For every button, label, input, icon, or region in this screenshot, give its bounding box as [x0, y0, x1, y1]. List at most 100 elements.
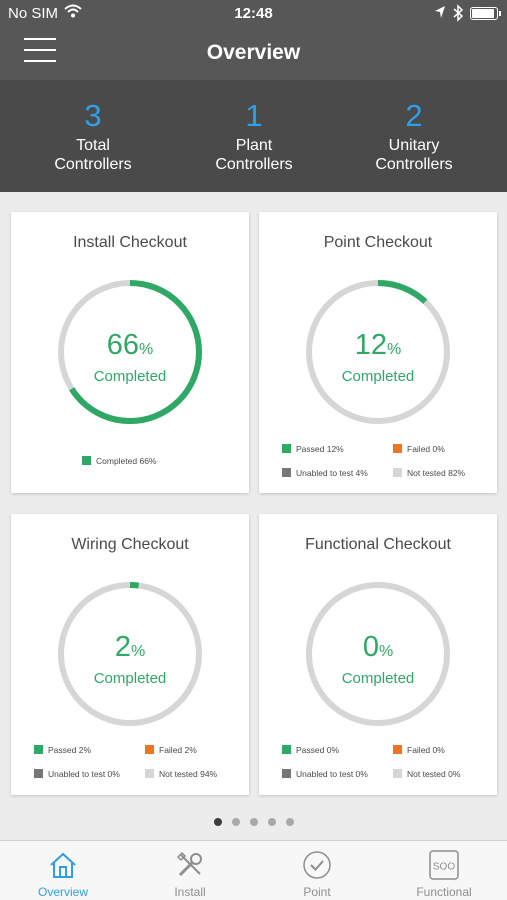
legend-label: Passed 2%: [48, 745, 91, 755]
summary-total-controllers[interactable]: 3 Total Controllers: [13, 98, 173, 174]
legend-swatch: [393, 468, 402, 477]
summary-label-line1: Unitary: [388, 137, 440, 154]
soo-icon-text: SOO: [433, 862, 455, 873]
legend-swatch: [282, 769, 291, 778]
tools-icon: [176, 851, 202, 877]
legend-label: Not tested 0%: [407, 769, 461, 779]
battery-icon: [470, 7, 501, 20]
legend-label: Unabled to test 0%: [296, 769, 368, 779]
summary-label-line2: Controllers: [375, 156, 453, 173]
legend-label: Failed 0%: [407, 444, 445, 454]
completed-label: Completed: [341, 670, 415, 687]
summary-unitary-controllers[interactable]: 2 Unitary Controllers: [334, 98, 494, 174]
wiring-checkout-card[interactable]: Wiring Checkout 2% Completed Passed 2% F…: [11, 514, 249, 795]
legend-swatch: [34, 769, 43, 778]
hamburger-line: [24, 38, 56, 40]
completed-label: Completed: [341, 368, 415, 385]
clock: 12:48: [234, 5, 273, 22]
page-indicator: [0, 813, 507, 826]
legend-item: Not tested 82%: [393, 468, 465, 478]
summary-count: 1: [245, 98, 263, 133]
progress-readout: 12% Completed: [306, 280, 450, 424]
tab-install[interactable]: Install: [127, 841, 253, 900]
percent-value: 12: [354, 329, 388, 361]
legend-swatch: [145, 769, 154, 778]
legend-item: Passed 2%: [34, 745, 91, 755]
legend-label: Failed 2%: [159, 745, 197, 755]
install-checkout-card[interactable]: Install Checkout 66% Completed Completed…: [11, 212, 249, 493]
legend-swatch: [282, 468, 291, 477]
page-dot[interactable]: [213, 818, 222, 826]
functional-checkout-card[interactable]: Functional Checkout 0% Completed Passed …: [259, 514, 497, 795]
legend-label: Passed 12%: [296, 444, 344, 454]
home-icon: [50, 852, 76, 878]
legend-label: Not tested 94%: [159, 769, 218, 779]
legend-swatch: [393, 769, 402, 778]
percent-value: 2: [114, 631, 131, 663]
navigation-bar: Overview: [0, 28, 507, 80]
legend-item: Not tested 0%: [393, 769, 460, 779]
completed-label: Completed: [93, 670, 167, 687]
legend-label: Unabled to test 0%: [48, 769, 120, 779]
legend-swatch: [34, 745, 43, 754]
tab-bar: Overview Install Point SOO Functional: [0, 840, 507, 900]
tab-functional[interactable]: SOO Functional: [381, 841, 507, 900]
legend-swatch: [393, 444, 402, 453]
legend-swatch: [282, 444, 291, 453]
page-title: Overview: [206, 41, 301, 64]
page-dot[interactable]: [285, 818, 294, 826]
percent-value: 0: [362, 631, 379, 663]
legend-label: Completed 66%: [96, 456, 157, 466]
legend-label: Not tested 82%: [407, 468, 466, 478]
soo-icon: SOO: [429, 850, 459, 880]
summary-label-line2: Controllers: [215, 156, 293, 173]
summary-plant-controllers[interactable]: 1 Plant Controllers: [174, 98, 334, 174]
percent-sign: %: [378, 643, 394, 660]
point-checkout-card[interactable]: Point Checkout 12% Completed Passed 12% …: [259, 212, 497, 493]
legend-item: Failed 0%: [393, 745, 445, 755]
legend-swatch: [145, 745, 154, 754]
page-dot[interactable]: [267, 818, 276, 826]
legend-item: Unabled to test 0%: [282, 769, 368, 779]
legend-swatch: [393, 745, 402, 754]
progress-readout: 66% Completed: [58, 280, 202, 424]
tab-label: Install: [174, 885, 206, 899]
tab-label: Overview: [37, 885, 88, 899]
legend-item: Completed 66%: [82, 456, 156, 466]
progress-readout: 2% Completed: [58, 582, 202, 726]
summary-count: 3: [84, 98, 102, 133]
tab-label: Functional: [416, 885, 472, 899]
legend-label: Failed 0%: [407, 745, 445, 755]
page-dot[interactable]: [231, 818, 240, 826]
summary-count: 2: [405, 98, 423, 133]
legend-item: Unabled to test 4%: [282, 468, 368, 478]
legend-label: Unabled to test 4%: [296, 468, 368, 478]
bluetooth-icon: [453, 4, 464, 22]
legend-item: Failed 0%: [393, 444, 445, 454]
status-bar: No SIM 12:48: [0, 0, 507, 28]
card-title: Point Checkout: [323, 234, 433, 251]
card-title: Install Checkout: [73, 234, 187, 251]
tab-overview[interactable]: Overview: [0, 841, 126, 900]
percent-sign: %: [139, 341, 154, 358]
progress-readout: 0% Completed: [306, 582, 450, 726]
page-dot[interactable]: [249, 818, 258, 826]
legend-item: Unabled to test 0%: [34, 769, 120, 779]
percent-sign: %: [387, 341, 402, 358]
legend-swatch: [82, 456, 91, 465]
legend-item: Passed 12%: [282, 444, 344, 454]
summary-label-line2: Controllers: [54, 156, 132, 173]
legend-item: Not tested 94%: [145, 769, 217, 779]
tab-label: Point: [303, 885, 331, 899]
legend-item: Failed 2%: [145, 745, 197, 755]
tab-point[interactable]: Point: [254, 841, 380, 900]
controller-summary: 3 Total Controllers 1 Plant Controllers …: [0, 80, 507, 192]
card-title: Functional Checkout: [305, 536, 451, 553]
check-circle-icon: [303, 851, 331, 879]
percent-value: 66: [106, 329, 140, 361]
legend-swatch: [282, 745, 291, 754]
location-arrow-icon: [435, 6, 445, 18]
percent-sign: %: [130, 643, 146, 660]
legend-label: Passed 0%: [296, 745, 339, 755]
card-title: Wiring Checkout: [71, 536, 189, 553]
